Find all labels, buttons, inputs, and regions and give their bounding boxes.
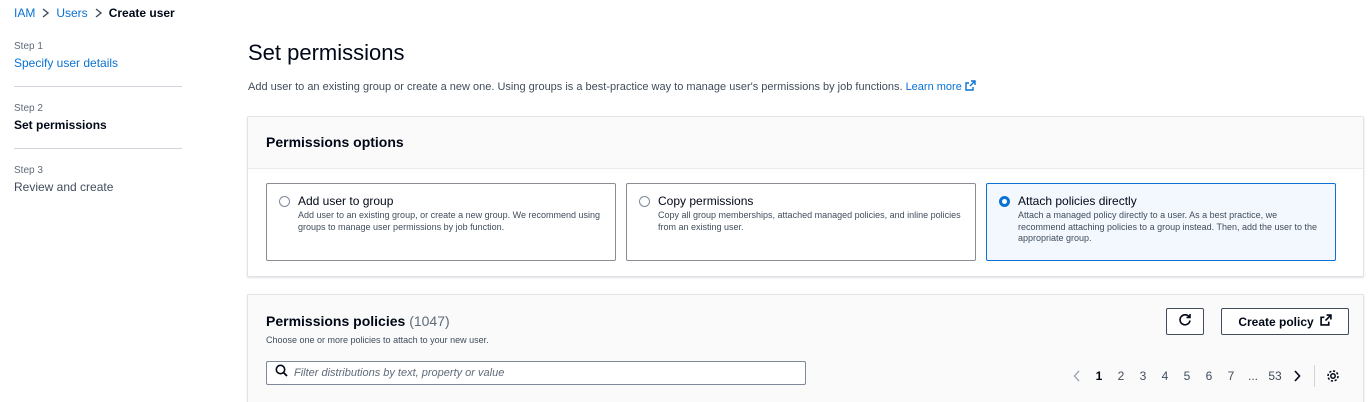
external-link-icon	[965, 80, 976, 91]
learn-more-link[interactable]: Learn more	[905, 80, 976, 93]
tile-attach-policies-directly[interactable]: Attach policies directly Attach a manage…	[986, 183, 1336, 261]
breadcrumb-current: Create user	[108, 6, 175, 20]
tile-title: Add user to group	[298, 194, 394, 208]
radio-button[interactable]	[639, 196, 650, 207]
wizard-step-3: Step 3 Review and create	[14, 164, 182, 210]
page-3[interactable]: 3	[1132, 369, 1154, 383]
page-53[interactable]: 53	[1264, 369, 1286, 383]
search-icon	[275, 364, 288, 382]
chevron-right-icon	[41, 7, 50, 19]
permissions-options-panel: Permissions options Add user to group Ad…	[247, 116, 1364, 277]
policies-title: Permissions policies (1047)	[266, 313, 450, 329]
chevron-right-icon[interactable]	[1286, 370, 1308, 382]
page-ellipsis: ...	[1247, 369, 1258, 383]
tile-copy-permissions[interactable]: Copy permissions Copy all group membersh…	[626, 183, 976, 261]
page-6[interactable]: 6	[1198, 369, 1220, 383]
step-number: Step 3	[14, 165, 43, 176]
permissions-policies-panel: Permissions policies (1047) Choose one o…	[247, 294, 1364, 402]
tile-description: Copy all group memberships, attached man…	[658, 210, 961, 232]
refresh-icon	[1178, 313, 1192, 330]
breadcrumb-iam[interactable]: IAM	[14, 6, 35, 20]
chevron-left-icon[interactable]	[1066, 370, 1088, 382]
permissions-options-tiles: Add user to group Add user to an existin…	[266, 183, 1336, 261]
create-policy-label: Create policy	[1238, 314, 1314, 329]
description-text: Add user to an existing group or create …	[248, 81, 903, 93]
policy-search-field[interactable]	[266, 361, 806, 385]
tile-description: Attach a managed policy directly to a us…	[1018, 210, 1318, 243]
radio-button-selected[interactable]	[999, 196, 1010, 207]
wizard-step-2: Step 2 Set permissions	[14, 102, 182, 149]
policies-description: Choose one or more policies to attach to…	[266, 335, 489, 345]
page-description: Add user to an existing group or create …	[248, 80, 976, 93]
page-title: Set permissions	[248, 40, 405, 65]
step-label-review-and-create: Review and create	[14, 180, 114, 194]
step-link-specify-user-details[interactable]: Specify user details	[14, 55, 182, 71]
policies-header: Permissions policies (1047) Choose one o…	[248, 295, 1363, 402]
page-4[interactable]: 4	[1154, 369, 1176, 383]
chevron-right-icon	[94, 7, 103, 19]
policy-search-input[interactable]	[294, 367, 784, 379]
tile-description: Add user to an existing group, or create…	[298, 210, 601, 232]
wizard-steps: Step 1 Specify user details Step 2 Set p…	[14, 40, 182, 225]
tile-add-user-to-group[interactable]: Add user to group Add user to an existin…	[266, 183, 616, 261]
step-number: Step 1	[14, 41, 43, 52]
step-number: Step 2	[14, 103, 43, 114]
page-5[interactable]: 5	[1176, 369, 1198, 383]
page-1[interactable]: 1	[1088, 369, 1110, 383]
radio-button[interactable]	[279, 196, 290, 207]
external-link-icon	[1319, 314, 1332, 329]
policies-title-text: Permissions policies	[266, 313, 406, 329]
panel-header: Permissions options	[248, 117, 1363, 169]
learn-more-label: Learn more	[905, 81, 962, 93]
page-2[interactable]: 2	[1110, 369, 1132, 383]
breadcrumb: IAM Users Create user	[14, 6, 175, 20]
breadcrumb-users[interactable]: Users	[56, 6, 87, 20]
create-policy-button[interactable]: Create policy	[1221, 308, 1349, 335]
wizard-step-1: Step 1 Specify user details	[14, 40, 182, 87]
step-label-set-permissions: Set permissions	[14, 118, 107, 132]
policies-count: (1047)	[409, 313, 450, 329]
pagination: 1 2 3 4 5 6 7 ... 53	[1066, 365, 1341, 387]
page-7[interactable]: 7	[1220, 369, 1242, 383]
tile-title: Attach policies directly	[1018, 194, 1137, 208]
pager-divider	[1314, 365, 1315, 387]
tile-title: Copy permissions	[658, 194, 754, 208]
settings-gear-icon[interactable]	[1325, 369, 1341, 383]
refresh-button[interactable]	[1166, 308, 1204, 335]
